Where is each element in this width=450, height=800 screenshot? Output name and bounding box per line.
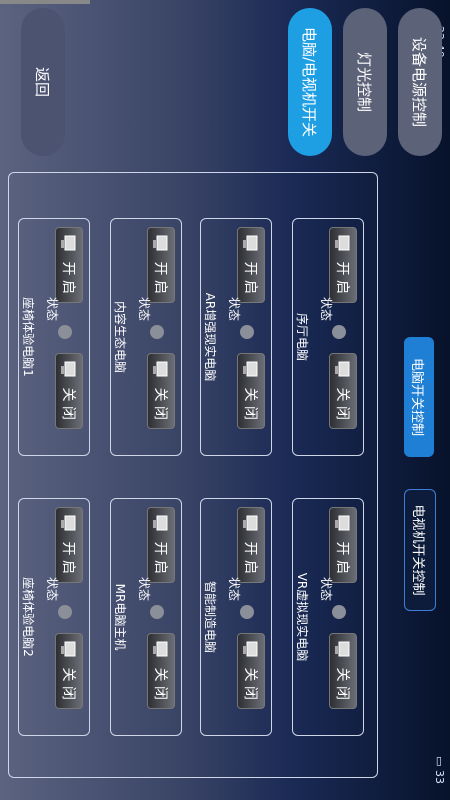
status-label: 状态 — [137, 297, 151, 322]
off-label: 关 闭 — [242, 667, 258, 700]
power-off-button[interactable]: 关 闭 — [329, 353, 357, 429]
power-on-button[interactable]: 开 启 — [147, 507, 175, 583]
monitor-icon — [240, 360, 260, 380]
device-name: MR电脑主机 — [113, 583, 127, 651]
device-card: 开 启关 闭 状态 智能制造电脑 — [200, 498, 272, 736]
power-on-button[interactable]: 开 启 — [329, 227, 357, 303]
scroll-indicator — [0, 0, 90, 4]
on-label: 开 启 — [334, 261, 350, 294]
on-label: 开 启 — [152, 261, 168, 294]
status-label: 状态 — [137, 577, 151, 602]
power-on-button[interactable]: 开 启 — [55, 227, 83, 303]
device-card: 开 启关 闭 状态 序厅电脑 — [292, 218, 364, 456]
on-label: 开 启 — [60, 261, 76, 294]
status-label: 状态 — [319, 297, 333, 322]
tab-label: 电脑/电视机开关 — [300, 26, 319, 138]
on-label: 开 启 — [242, 541, 258, 574]
side-button-label: 电脑开关控制 — [409, 357, 425, 436]
battery-icon: ▭ 33 — [433, 756, 446, 784]
power-off-button[interactable]: 关 闭 — [237, 633, 265, 709]
status-label: 状态 — [45, 577, 59, 602]
back-button[interactable]: 返回 — [21, 8, 65, 156]
off-label: 关 闭 — [334, 387, 350, 420]
off-label: 关 闭 — [152, 387, 168, 420]
power-off-button[interactable]: 关 闭 — [147, 353, 175, 429]
power-on-button[interactable]: 开 启 — [329, 507, 357, 583]
power-on-button[interactable]: 开 启 — [237, 227, 265, 303]
status-indicator — [332, 325, 346, 339]
status-indicator — [240, 605, 254, 619]
monitor-icon — [58, 514, 78, 534]
tab-light-control[interactable]: 灯光控制 — [343, 8, 387, 156]
status-indicator — [150, 605, 164, 619]
device-card: 开 启关 闭 状态 座椅体验电脑2 — [18, 498, 90, 736]
power-off-button[interactable]: 关 闭 — [55, 353, 83, 429]
power-off-button[interactable]: 关 闭 — [329, 633, 357, 709]
monitor-icon — [150, 360, 170, 380]
status-label: 状态 — [45, 297, 59, 322]
off-label: 关 闭 — [60, 387, 76, 420]
status-indicator — [58, 605, 72, 619]
tv-switch-control-button[interactable]: 电视机开关控制 — [404, 489, 436, 611]
computer-switch-control-button[interactable]: 电脑开关控制 — [404, 337, 434, 457]
monitor-icon — [240, 640, 260, 660]
monitor-icon — [332, 360, 352, 380]
on-label: 开 启 — [152, 541, 168, 574]
off-label: 关 闭 — [334, 667, 350, 700]
monitor-icon — [332, 514, 352, 534]
tab-device-power[interactable]: 设备电源控制 — [398, 8, 442, 156]
side-button-label: 电视机开关控制 — [410, 504, 426, 596]
landscape-stage: 22:40 ▭ 33 设备电源控制 灯光控制 电脑/电视机开关 返回 电脑开关控… — [0, 0, 450, 800]
device-card: 开 启关 闭 状态 座椅体验电脑1 — [18, 218, 90, 456]
device-card: 开 启关 闭 状态 VR虚拟现实电脑 — [292, 498, 364, 736]
battery-level: 33 — [433, 770, 446, 784]
device-name: VR虚拟现实电脑 — [295, 572, 309, 662]
monitor-icon — [58, 640, 78, 660]
device-name: 内容生态电脑 — [113, 300, 127, 373]
on-label: 开 启 — [242, 261, 258, 294]
power-on-button[interactable]: 开 启 — [147, 227, 175, 303]
power-on-button[interactable]: 开 启 — [237, 507, 265, 583]
off-label: 关 闭 — [152, 667, 168, 700]
on-label: 开 启 — [334, 541, 350, 574]
monitor-icon — [240, 514, 260, 534]
power-off-button[interactable]: 关 闭 — [55, 633, 83, 709]
device-name: 序厅电脑 — [295, 312, 309, 361]
monitor-icon — [150, 514, 170, 534]
status-indicator — [150, 325, 164, 339]
status-label: 状态 — [227, 577, 241, 602]
back-label: 返回 — [33, 66, 52, 97]
tab-label: 设备电源控制 — [410, 36, 429, 127]
power-on-button[interactable]: 开 启 — [55, 507, 83, 583]
status-indicator — [58, 325, 72, 339]
status-label: 状态 — [227, 297, 241, 322]
monitor-icon — [58, 360, 78, 380]
off-label: 关 闭 — [242, 387, 258, 420]
off-label: 关 闭 — [60, 667, 76, 700]
status-indicator — [332, 605, 346, 619]
status-label: 状态 — [319, 577, 333, 602]
monitor-icon — [332, 234, 352, 254]
on-label: 开 启 — [60, 541, 76, 574]
monitor-icon — [332, 640, 352, 660]
tab-computer-tv[interactable]: 电脑/电视机开关 — [288, 8, 332, 156]
power-off-button[interactable]: 关 闭 — [237, 353, 265, 429]
device-name: 座椅体验电脑2 — [21, 577, 35, 657]
monitor-icon — [150, 234, 170, 254]
device-card: 开 启关 闭 状态 内容生态电脑 — [110, 218, 182, 456]
monitor-icon — [240, 234, 260, 254]
device-name: 智能制造电脑 — [203, 580, 217, 653]
status-indicator — [240, 325, 254, 339]
device-card: 开 启关 闭 状态 MR电脑主机 — [110, 498, 182, 736]
monitor-icon — [150, 640, 170, 660]
device-name: AR增强现实电脑 — [203, 292, 217, 382]
device-card: 开 启关 闭 状态 AR增强现实电脑 — [200, 218, 272, 456]
device-name: 座椅体验电脑1 — [21, 297, 35, 377]
tab-label: 灯光控制 — [355, 51, 374, 112]
power-off-button[interactable]: 关 闭 — [147, 633, 175, 709]
monitor-icon — [58, 234, 78, 254]
